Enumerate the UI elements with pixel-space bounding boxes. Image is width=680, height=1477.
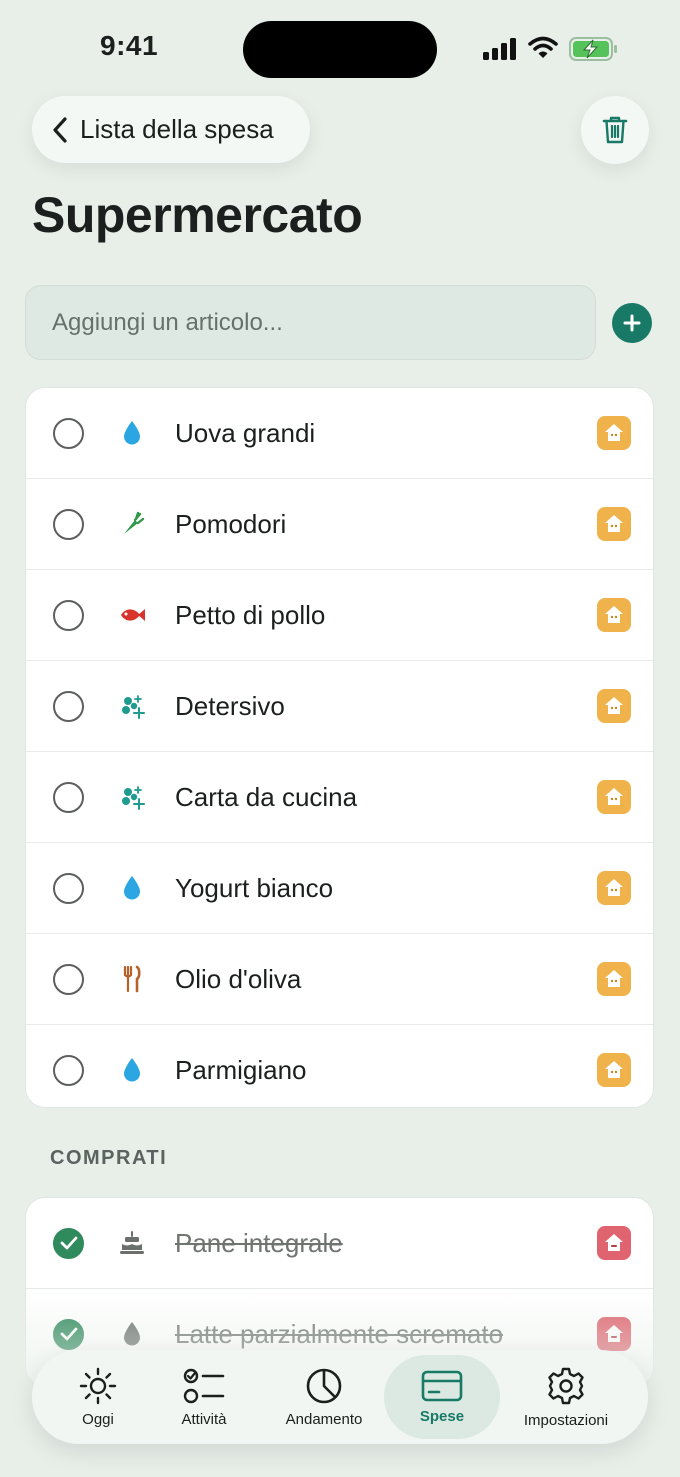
home-badge-icon	[597, 871, 631, 905]
tab-label: Impostazioni	[523, 1411, 609, 1429]
add-item-input[interactable]	[25, 285, 596, 360]
checkmark-icon	[60, 1236, 77, 1250]
back-button-label: Lista della spesa	[80, 114, 274, 144]
list-item[interactable]: Carta da cucina	[26, 752, 653, 843]
water-drop-icon	[118, 1056, 146, 1084]
checkbox[interactable]	[53, 690, 84, 722]
sparkles-icon	[118, 783, 146, 811]
home-badge-icon	[597, 1053, 631, 1087]
tab-label: Attività	[181, 1410, 227, 1428]
status-bar: 9:41	[0, 0, 680, 100]
tab-oggi[interactable]: Oggi	[50, 1350, 146, 1444]
list-item[interactable]: Pane integrale	[26, 1198, 653, 1289]
cake-icon	[118, 1229, 146, 1257]
water-drop-icon	[118, 419, 146, 447]
checkbox-checked[interactable]	[53, 1318, 84, 1350]
pie-chart-icon	[306, 1368, 342, 1403]
list-item[interactable]: Detersivo	[26, 661, 653, 752]
item-name: Pane integrale	[175, 1227, 343, 1258]
list-item[interactable]: Uova grandi	[26, 388, 653, 479]
tab-spese[interactable]: Spese	[384, 1355, 500, 1439]
item-name: Olio d'oliva	[175, 963, 302, 994]
sparkles-icon	[118, 692, 146, 720]
bought-section-title: COMPRATI	[50, 1147, 168, 1169]
fish-icon	[118, 601, 146, 629]
card-icon	[421, 1370, 463, 1401]
item-name: Uova grandi	[175, 417, 316, 448]
water-drop-icon	[118, 1320, 146, 1348]
tab-impostazioni[interactable]: Impostazioni	[512, 1350, 620, 1444]
home-badge-icon	[597, 962, 631, 996]
tab-attivita[interactable]: Attività	[156, 1350, 252, 1444]
shopping-list: Uova grandi Pomodori Petto di pollo Dete…	[25, 387, 654, 1108]
tab-bar: Oggi Attività Andamento Spese Impostazio…	[32, 1350, 648, 1444]
water-drop-icon	[118, 874, 146, 902]
item-name: Yogurt bianco	[175, 872, 334, 903]
tab-label: Oggi	[82, 1410, 114, 1428]
list-item[interactable]: Olio d'oliva	[26, 934, 653, 1025]
checkbox[interactable]	[53, 1054, 84, 1086]
checklist-icon	[183, 1368, 225, 1403]
carrot-icon	[118, 510, 146, 538]
tab-label: Spese	[419, 1407, 465, 1425]
list-item[interactable]: Parmigiano	[26, 1025, 653, 1107]
checkbox[interactable]	[53, 599, 84, 631]
checkbox[interactable]	[53, 872, 84, 904]
list-item[interactable]: Pomodori	[26, 479, 653, 570]
home-badge-icon	[597, 507, 631, 541]
list-item[interactable]: Yogurt bianco	[26, 843, 653, 934]
home-badge-icon	[597, 780, 631, 814]
checkmark-icon	[60, 1327, 77, 1341]
checkbox[interactable]	[53, 508, 84, 540]
delete-list-button[interactable]	[581, 96, 649, 164]
checkbox[interactable]	[53, 781, 84, 813]
checkbox-checked[interactable]	[53, 1227, 84, 1259]
wifi-icon	[528, 36, 558, 58]
dynamic-island	[243, 21, 437, 78]
home-badge-icon	[597, 689, 631, 723]
list-item[interactable]: Petto di pollo	[26, 570, 653, 661]
item-name: Carta da cucina	[175, 781, 358, 812]
item-name: Latte parzialmente scremato	[175, 1318, 504, 1349]
home-badge-icon	[597, 598, 631, 632]
page-title: Supermercato	[32, 187, 363, 243]
chevron-left-icon	[53, 116, 67, 143]
trash-icon	[602, 116, 628, 144]
item-name: Parmigiano	[175, 1054, 307, 1085]
sun-icon	[79, 1367, 117, 1404]
home-badge-icon	[597, 1317, 631, 1351]
fork-knife-icon	[118, 965, 146, 993]
add-item-button[interactable]	[612, 303, 652, 343]
tab-label: Andamento	[285, 1410, 363, 1428]
tab-andamento[interactable]: Andamento	[276, 1350, 372, 1444]
back-button[interactable]: Lista della spesa	[32, 96, 310, 163]
cellular-signal-icon	[483, 38, 516, 60]
plus-icon	[623, 314, 641, 332]
home-badge-icon	[597, 416, 631, 450]
item-name: Pomodori	[175, 508, 287, 539]
status-time: 9:41	[100, 30, 159, 61]
battery-charging-icon	[569, 37, 617, 61]
checkbox[interactable]	[53, 963, 84, 995]
item-name: Petto di pollo	[175, 599, 326, 630]
home-badge-icon	[597, 1226, 631, 1260]
item-name: Detersivo	[175, 690, 285, 721]
checkbox[interactable]	[53, 417, 84, 449]
gear-icon	[548, 1367, 584, 1404]
